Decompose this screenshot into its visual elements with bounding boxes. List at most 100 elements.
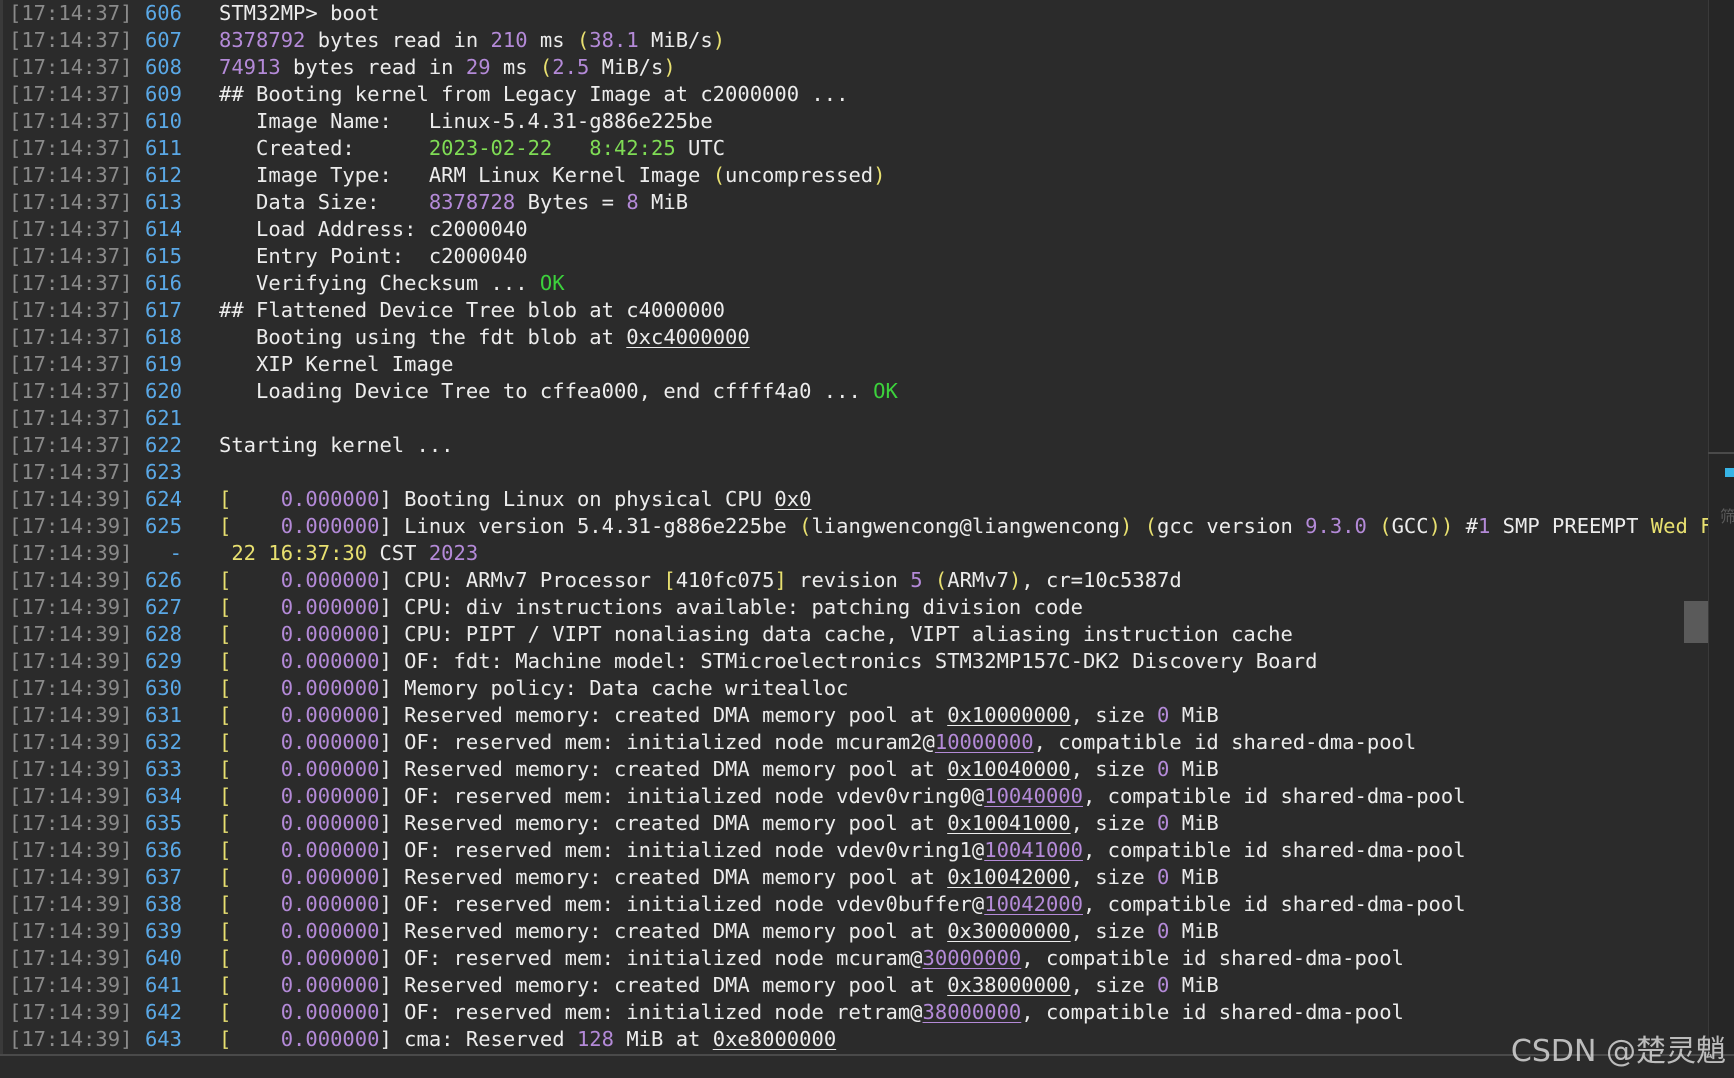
- line-segment: Load Address: c2000040: [219, 217, 528, 241]
- terminal-line: [17:14:39] 635 [ 0.000000] Reserved memory…: [0, 810, 1705, 837]
- line-segment: 29: [465, 55, 491, 79]
- line-segment: 10041000: [984, 838, 1083, 862]
- line-segment: , compatible id shared-dma-pool: [1033, 730, 1417, 754]
- line-timestamp: [17:14:39]: [9, 919, 133, 943]
- line-timestamp: [17:14:37]: [9, 406, 133, 430]
- line-timestamp: [17:14:37]: [9, 433, 133, 457]
- line-timestamp: [17:14:39]: [9, 541, 133, 565]
- line-segment: 0.000000: [280, 973, 380, 997]
- line-segment: [: [219, 946, 232, 970]
- line-segment: 0.000000: [280, 892, 380, 916]
- line-segment: 10042000: [984, 892, 1083, 916]
- side-panel-marker-icon[interactable]: [1725, 468, 1734, 477]
- line-segment: [: [219, 973, 232, 997]
- line-segment: ] Reserved memory: created DMA memory po…: [379, 811, 948, 835]
- line-number: 637: [144, 865, 182, 889]
- terminal-output[interactable]: [17:14:37] 606 STM32MP> boot [17:14:37] 607 8…: [0, 0, 1734, 1053]
- line-segment: , size: [1070, 973, 1158, 997]
- terminal-line: [17:14:39] 641 [ 0.000000] Reserved memory…: [0, 972, 1705, 999]
- line-text: [ 0.000000] Reserved memory: created DMA…: [219, 972, 1219, 999]
- line-timestamp: [17:14:37]: [9, 379, 133, 403]
- line-text: [ 0.000000] OF: reserved mem: initialize…: [219, 999, 1404, 1026]
- line-segment: ## Booting kernel from Legacy Image at c…: [219, 82, 849, 106]
- terminal-line: [17:14:37] 616 Verifying Checksum ... OK: [0, 270, 1705, 297]
- line-segment: 2023: [428, 541, 479, 565]
- line-number: 614: [144, 217, 182, 241]
- terminal-line: [17:14:39] 629 [ 0.000000] OF: fdt: Machin…: [0, 648, 1705, 675]
- line-number: 631: [144, 703, 182, 727]
- line-text: 22 16:37:30 CST 2023: [219, 540, 478, 567]
- line-text: Created: 2023-02-22 8:42:25 UTC: [219, 135, 725, 162]
- line-segment: [552, 136, 589, 160]
- line-timestamp: [17:14:39]: [9, 568, 133, 592]
- line-number: 621: [144, 406, 182, 430]
- line-segment: ): [1120, 514, 1133, 538]
- line-segment: [: [219, 1027, 232, 1051]
- line-segment: [231, 865, 280, 889]
- line-segment: [231, 568, 280, 592]
- line-segment: 0: [1157, 973, 1170, 997]
- line-segment: ] OF: reserved mem: initialized node mcu…: [379, 946, 923, 970]
- terminal-line: [17:14:39] 630 [ 0.000000] Memory policy: …: [0, 675, 1705, 702]
- line-timestamp: [17:14:37]: [9, 217, 133, 241]
- line-segment: ): [712, 28, 726, 52]
- line-number: 607: [144, 28, 182, 52]
- line-number: 635: [144, 811, 182, 835]
- line-timestamp: [17:14:37]: [9, 352, 133, 376]
- line-number: 632: [144, 730, 182, 754]
- line-number: 628: [144, 622, 182, 646]
- line-segment: 1: [1477, 514, 1491, 538]
- line-number: 629: [144, 649, 182, 673]
- line-segment: MiB: [1169, 919, 1219, 943]
- line-segment: [: [219, 784, 232, 808]
- line-text: 8378792 bytes read in 210 ms (38.1 MiB/s…: [219, 27, 725, 54]
- line-number: 633: [144, 757, 182, 781]
- line-segment: , cr=10c5387d: [1021, 568, 1182, 592]
- terminal-line: [17:14:37] 615 Entry Point: c2000040: [0, 243, 1705, 270]
- terminal-line: [17:14:37] 619 XIP Kernel Image: [0, 351, 1705, 378]
- line-timestamp: [17:14:39]: [9, 595, 133, 619]
- line-timestamp: [17:14:39]: [9, 730, 133, 754]
- line-text: [ 0.000000] Reserved memory: created DMA…: [219, 864, 1219, 891]
- terminal-line: [17:14:39] 642 [ 0.000000] OF: reserved me…: [0, 999, 1705, 1026]
- terminal-line: [17:14:39] 639 [ 0.000000] Reserved memory…: [0, 918, 1705, 945]
- line-text: [ 0.000000] Linux version 5.4.31-g886e22…: [219, 513, 1734, 540]
- line-segment: (: [1144, 514, 1158, 538]
- line-segment: 0: [1157, 703, 1170, 727]
- line-segment: 2023-02-22: [428, 136, 553, 160]
- line-segment: ] OF: reserved mem: initialized node ret…: [379, 1000, 923, 1024]
- line-text: [ 0.000000] Reserved memory: created DMA…: [219, 756, 1219, 783]
- terminal-line: [17:14:37] 607 8378792 bytes read in 210 m…: [0, 27, 1705, 54]
- line-segment: ] OF: reserved mem: initialized node vde…: [379, 892, 985, 916]
- line-segment: CST: [367, 541, 429, 565]
- line-segment: ] Linux version 5.4.31-g886e225be: [379, 514, 800, 538]
- line-segment: 0.000000: [280, 703, 380, 727]
- line-text: [ 0.000000] CPU: div instructions availa…: [219, 594, 1083, 621]
- line-number: 618: [144, 325, 182, 349]
- line-segment: (: [712, 163, 726, 187]
- line-segment: 8:42:25: [589, 136, 676, 160]
- line-segment: [1132, 514, 1144, 538]
- filter-icon[interactable]: 筛: [1720, 503, 1734, 527]
- terminal-line: [17:14:39] 626 [ 0.000000] CPU: ARMv7 Proc…: [0, 567, 1705, 594]
- line-segment: ] cma: Reserved: [379, 1027, 577, 1051]
- line-segment: #: [1453, 514, 1478, 538]
- scrollbar-thumb[interactable]: [1684, 601, 1708, 643]
- terminal-window[interactable]: [17:14:37] 606 STM32MP> boot [17:14:37] 607 8…: [0, 0, 1734, 1078]
- line-segment: , size: [1070, 703, 1158, 727]
- line-number: 641: [144, 973, 182, 997]
- terminal-line: [17:14:37] 612 Image Type: ARM Linux Kern…: [0, 162, 1705, 189]
- line-segment: , compatible id shared-dma-pool: [1021, 946, 1404, 970]
- line-timestamp: [17:14:37]: [9, 82, 133, 106]
- line-segment: [231, 784, 280, 808]
- line-text: Image Name: Linux-5.4.31-g886e225be: [219, 108, 713, 135]
- line-segment: bytes read in: [305, 28, 491, 52]
- terminal-line: [17:14:39] 643 [ 0.000000] cma: Reserved 1…: [0, 1026, 1705, 1053]
- line-segment: 0x38000000: [947, 973, 1071, 997]
- line-segment: ] Reserved memory: created DMA memory po…: [379, 757, 948, 781]
- line-segment: XIP Kernel Image: [219, 352, 454, 376]
- line-segment: 0x0: [774, 487, 812, 511]
- line-number: 636: [144, 838, 182, 862]
- line-segment: 8378728: [428, 190, 516, 214]
- line-segment: [231, 757, 280, 781]
